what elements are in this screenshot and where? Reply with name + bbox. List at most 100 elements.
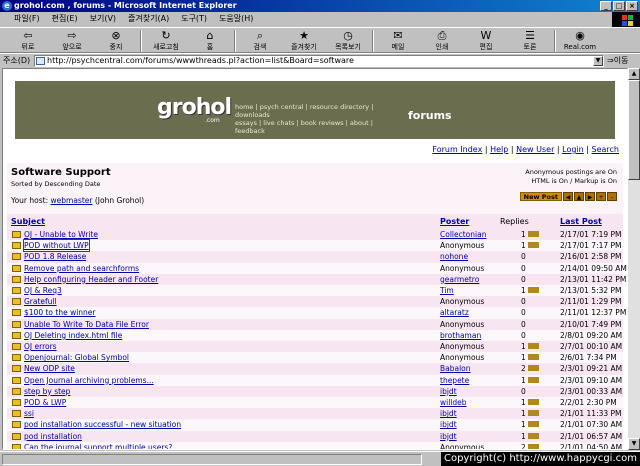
banner-links[interactable]: home | psych central | resource director…	[235, 103, 400, 135]
vertical-scrollbar[interactable]: ▲ ▼	[628, 68, 640, 450]
folder-icon	[12, 242, 21, 250]
host-link[interactable]: webmaster	[51, 196, 93, 205]
menu-item-4[interactable]: 도구(T)	[175, 12, 213, 26]
thread-subject-link[interactable]: pod installation successful - new situat…	[24, 419, 181, 430]
thread-poster[interactable]: ibjdt	[440, 419, 457, 430]
folder-icon	[12, 421, 21, 429]
toolbar-button-6[interactable]: ★ 즐겨찾기	[282, 28, 326, 54]
thread-subject-link[interactable]: Open Journal archiving problems...	[24, 375, 154, 386]
anonymous-note: Anonymous postings are On	[525, 168, 617, 176]
toolbar-separator	[140, 30, 142, 52]
toolbar-button-3[interactable]: ↻ 새로고침	[144, 28, 188, 54]
banner-links-line2[interactable]: essays | live chats | book reviews | abo…	[235, 119, 400, 135]
toolbar-button-2[interactable]: ⊗ 중지	[94, 28, 138, 54]
scroll-down-icon[interactable]: ▼	[628, 438, 640, 450]
expand-icon[interactable]: +	[596, 192, 606, 201]
menu-item-1[interactable]: 편집(E)	[46, 12, 84, 26]
thread-subject-link[interactable]: OJ - Unable to Write	[24, 229, 98, 240]
thread-subject-link[interactable]: POD 1.8 Release	[24, 251, 86, 262]
minimize-button[interactable]: _	[600, 1, 612, 11]
browser-window: e grohol.com , forums - Microsoft Intern…	[0, 0, 640, 466]
thread-subject-link[interactable]: pod installation	[24, 431, 82, 442]
thread-subject-link[interactable]: OJ & Req3	[24, 285, 62, 296]
scroll-up-icon[interactable]: ▲	[628, 68, 640, 80]
thread-subject-link[interactable]: New ODP site	[24, 363, 75, 374]
up-icon[interactable]: ▲	[574, 192, 584, 201]
toolbar-button-9[interactable]: ⎙ 인쇄	[420, 28, 464, 54]
thread-poster[interactable]: Collectonian	[440, 229, 486, 240]
banner-links-line1[interactable]: home | psych central | resource director…	[235, 103, 400, 119]
subject-column-header[interactable]: Subject	[11, 217, 45, 226]
menu-item-5[interactable]: 도움말(H)	[213, 12, 259, 26]
thread-poster[interactable]: nohone	[440, 251, 468, 262]
thread-poster[interactable]: Babalon	[440, 363, 471, 374]
thread-replies: 0	[521, 308, 526, 318]
stop-icon: ⊗	[111, 29, 121, 42]
nav-link-1[interactable]: Help	[490, 145, 508, 154]
thread-row: pod installation ibjdt 1 2/1/01 06:57 AM	[7, 431, 623, 442]
toolbar-button-0[interactable]: ⇦ 뒤로	[6, 28, 50, 54]
toolbar-button-11[interactable]: ☰ 토론	[508, 28, 552, 54]
thread-poster[interactable]: ibjdt	[440, 431, 457, 442]
toolbar-label: Real.com	[563, 43, 597, 51]
thread-subject-link[interactable]: POD & LWP	[24, 397, 66, 408]
menu-item-3[interactable]: 즐겨찾기(A)	[122, 12, 175, 26]
thread-subject-link[interactable]: Can the journal support multiple users?	[24, 442, 172, 449]
toolbar-button-7[interactable]: ◷ 목록보기	[326, 28, 370, 54]
thread-subject-link[interactable]: Remove path and searchforms	[24, 263, 139, 274]
thread-replies: 1	[521, 230, 526, 239]
collapse-icon[interactable]: –	[607, 192, 617, 201]
go-button[interactable]: ⇒이동	[607, 55, 628, 67]
address-input[interactable]: http://psychcentral.com/forums/wwwthread…	[34, 55, 604, 67]
toolbar-button-10[interactable]: W 편집	[464, 28, 508, 54]
thread-replies: 2	[521, 364, 526, 374]
toolbar-button-5[interactable]: ⌕ 검색	[238, 28, 282, 54]
toolbar-button-8[interactable]: ✉ 메일	[376, 28, 420, 54]
nav-link-3[interactable]: Login	[562, 145, 584, 154]
nav-link-0[interactable]: Forum Index	[432, 145, 482, 154]
thread-poster: Anonymous	[440, 263, 485, 273]
thread-poster[interactable]: brothaman	[440, 330, 481, 341]
toolbar-button-4[interactable]: ⌂ 홈	[188, 28, 232, 54]
thread-poster[interactable]: gearmetro	[440, 274, 479, 285]
last-post-column-header[interactable]: Last Post	[560, 217, 602, 226]
thread-poster[interactable]: ibjdt	[440, 386, 457, 397]
thread-subject-link[interactable]: POD without LWP	[23, 239, 90, 253]
thread-last-post: 2/1/01 07:30 AM	[560, 420, 623, 430]
thread-subject-link[interactable]: step by step	[24, 386, 70, 397]
thread-subject-link[interactable]: Gratefull	[24, 296, 57, 307]
next-page-icon[interactable]: ▶	[585, 192, 595, 201]
thread-poster: Anonymous	[440, 442, 485, 450]
thread-subject-link[interactable]: OJ errors	[24, 341, 57, 352]
thread-subject-link[interactable]: Openjournal: Global Symbol	[24, 352, 129, 363]
nav-link-2[interactable]: New User	[516, 145, 554, 154]
thread-poster[interactable]: ibjdt	[440, 408, 457, 419]
toolbar-label: 앞으로	[62, 43, 82, 51]
scroll-thumb[interactable]	[628, 80, 640, 180]
menu-item-0[interactable]: 파일(F)	[8, 12, 46, 26]
thread-replies: 2	[521, 442, 526, 450]
thread-poster[interactable]: thepete	[440, 375, 469, 386]
maximize-button[interactable]: □	[613, 1, 625, 11]
close-button[interactable]: ×	[626, 1, 638, 11]
thread-last-post: 2/13/01 11:42 PM	[560, 274, 627, 284]
toolbar-button-1[interactable]: ⇨ 앞으로	[50, 28, 94, 54]
thread-subject-link[interactable]: Unable To Write To Data File Error	[24, 319, 149, 330]
thread-subject-link[interactable]: Help configuring Header and Footer	[24, 274, 158, 285]
thread-poster: Anonymous	[440, 241, 485, 251]
first-page-icon[interactable]: ◀	[563, 192, 573, 201]
thread-subject-link[interactable]: ssi	[24, 408, 34, 419]
thread-poster[interactable]: willdeb	[440, 397, 467, 408]
thread-poster: Anonymous	[440, 342, 485, 351]
thread-poster[interactable]: altaratz	[440, 307, 469, 318]
replies-column-header: Replies	[500, 217, 529, 226]
thread-subject-link[interactable]: OJ Deleting index.html file	[24, 330, 122, 341]
poster-column-header[interactable]: Poster	[440, 217, 469, 226]
new-post-button[interactable]: New Post	[519, 192, 562, 201]
toolbar-button-12[interactable]: ◉ Real.com	[558, 28, 602, 54]
address-dropdown-icon[interactable]: ▼	[593, 56, 603, 66]
thread-subject-link[interactable]: $100 to the winner	[24, 307, 96, 318]
thread-poster[interactable]: Tim	[440, 285, 454, 296]
menu-item-2[interactable]: 보기(V)	[84, 12, 122, 26]
nav-link-4[interactable]: Search	[592, 145, 619, 154]
